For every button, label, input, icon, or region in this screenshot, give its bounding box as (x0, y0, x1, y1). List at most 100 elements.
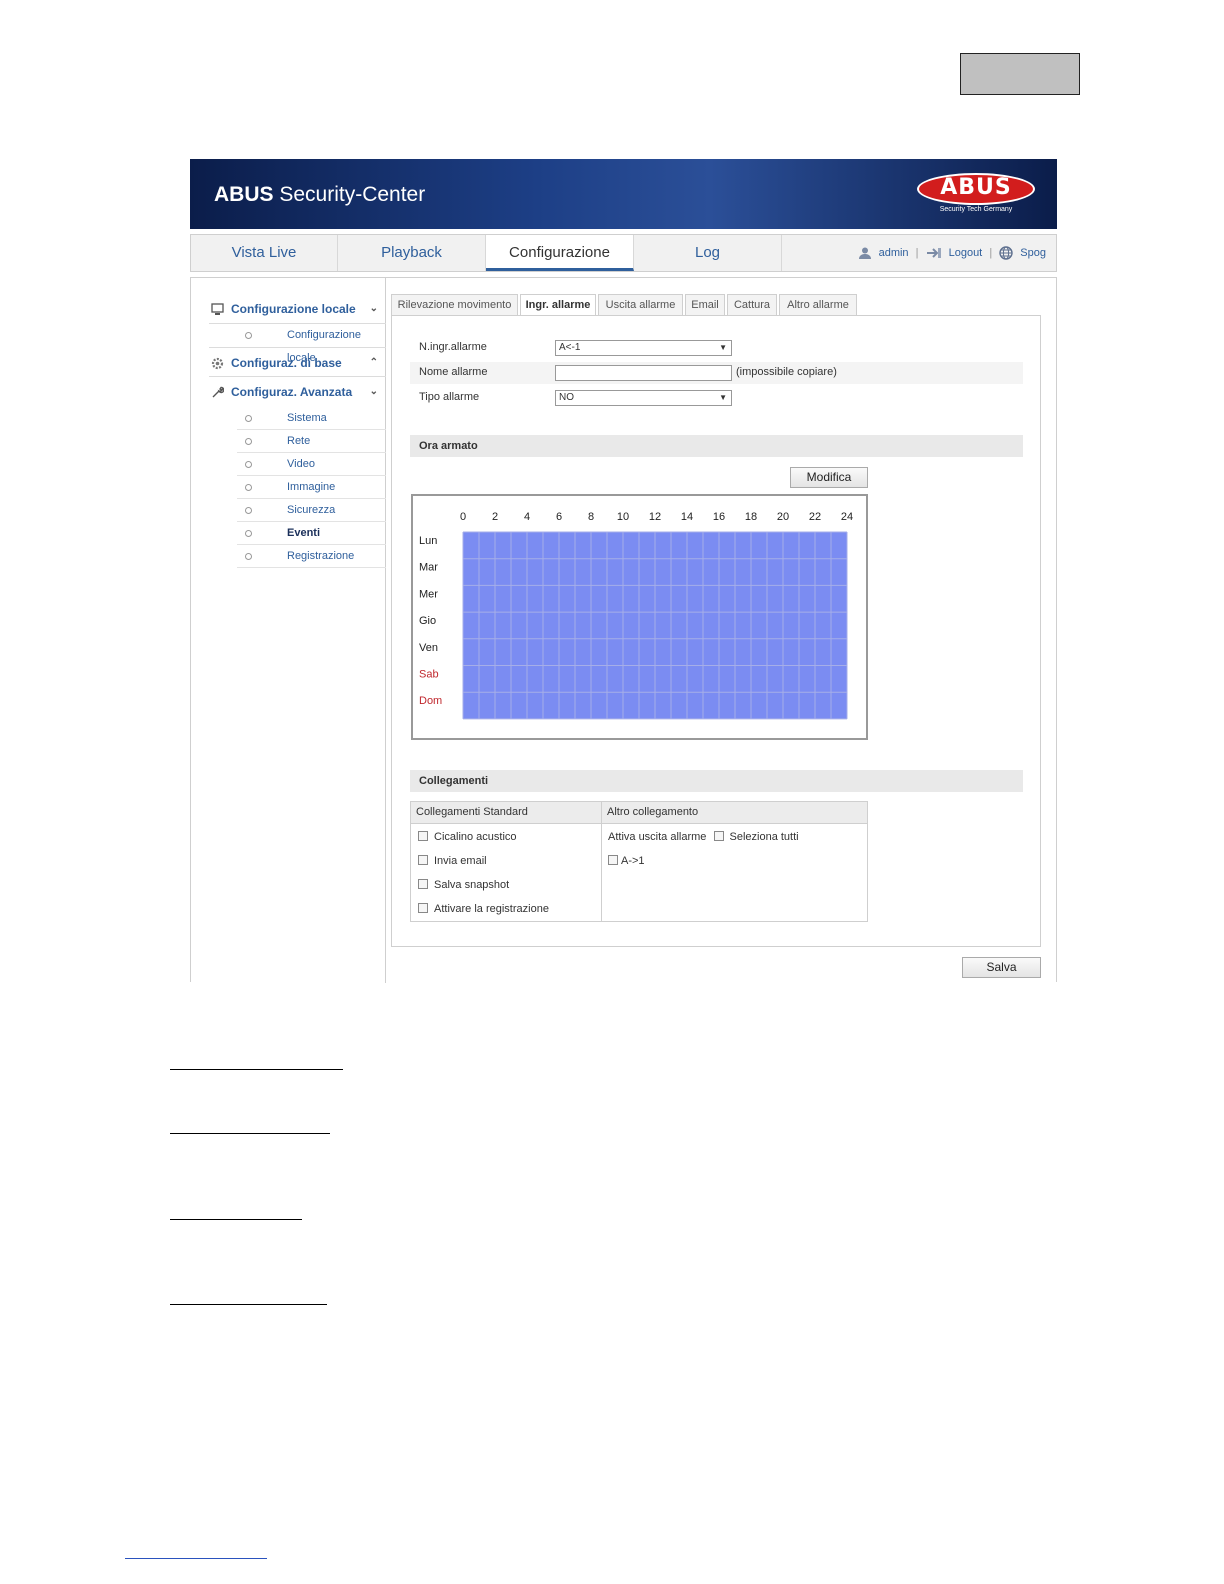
tab-cattura[interactable]: Cattura (727, 294, 777, 316)
sidebar-item-configurazione-locale[interactable]: Configurazione locale (237, 324, 386, 364)
tab-email[interactable]: Email (685, 294, 725, 316)
hour-label: 16 (713, 511, 725, 523)
sidebar-item-sicurezza[interactable]: Sicurezza (237, 499, 386, 522)
monitor-icon (211, 303, 224, 315)
sidebar-item-video[interactable]: Video (237, 453, 386, 476)
day-label: Sab (419, 669, 439, 681)
hour-label: 10 (617, 511, 629, 523)
language-link[interactable]: Spog (1020, 247, 1046, 259)
hour-label: 8 (588, 511, 594, 523)
hour-label: 20 (777, 511, 789, 523)
tab-uscita-allarme[interactable]: Uscita allarme (598, 294, 683, 316)
dropdown-arrow-icon: ▼ (719, 343, 727, 352)
output-a1[interactable]: A->1 (608, 853, 645, 869)
linkage-record[interactable]: Attivare la registrazione (418, 901, 549, 917)
sidebar-group-local[interactable]: Configurazione locale ⌄ (209, 294, 386, 324)
tab-log[interactable]: Log (634, 235, 782, 271)
other-linkage-header: Altro collegamento (602, 802, 867, 824)
logout-icon (926, 248, 941, 259)
tab-playback[interactable]: Playback (338, 235, 486, 271)
checkbox[interactable] (608, 855, 618, 865)
day-label: Lun (419, 535, 437, 547)
alarm-input-no-label: N.ingr.allarme (419, 341, 487, 353)
sidebar-item-sistema[interactable]: Sistema (237, 407, 386, 430)
user-name[interactable]: admin (879, 247, 909, 259)
trigger-output-label: Attiva uscita allarme (608, 831, 707, 843)
hour-label: 24 (841, 511, 853, 523)
trigger-output-row: Attiva uscita allarme Seleziona tutti (608, 829, 799, 845)
day-label: Mar (419, 562, 438, 574)
linkage-snapshot[interactable]: Salva snapshot (418, 877, 509, 893)
sidebar-group-advanced[interactable]: Configuraz. Avanzata ⌄ (209, 377, 386, 407)
alarm-input-no-row: N.ingr.allarme A<-1 ▼ (410, 337, 1023, 359)
linkage-buzzer[interactable]: Cicalino acustico (418, 829, 517, 845)
day-label: Dom (419, 695, 442, 707)
bullet-icon (245, 438, 252, 445)
section-collegamenti: Collegamenti (410, 770, 1023, 792)
bullet-icon (245, 415, 252, 422)
standard-linkage-header: Collegamenti Standard (411, 802, 601, 824)
checkbox[interactable] (418, 879, 428, 889)
bullet-icon (245, 507, 252, 514)
user-icon (858, 247, 871, 260)
document-heading-underline (170, 1133, 330, 1134)
checkbox[interactable] (418, 855, 428, 865)
select-all-checkbox[interactable] (713, 831, 724, 841)
linkage-table: Collegamenti Standard Altro collegamento… (410, 801, 868, 922)
bullet-icon (245, 332, 252, 339)
section-ora-armato: Ora armato (410, 435, 1023, 457)
alarm-name-note: (impossibile copiare) (736, 366, 837, 378)
document-heading-underline (170, 1219, 302, 1220)
alarm-name-input[interactable] (555, 365, 732, 381)
chevron-up-icon: ⌃ (369, 357, 378, 368)
footer-link[interactable] (125, 1558, 267, 1559)
alarm-name-label: Nome allarme (419, 366, 488, 378)
app-window: ABUS Security-Center ABUS Security Tech … (190, 159, 1057, 983)
alarm-type-label: Tipo allarme (419, 391, 480, 403)
gear-icon (211, 357, 224, 370)
document-heading-underline (170, 1304, 327, 1305)
chevron-down-icon: ⌄ (369, 303, 378, 314)
page-header-box (960, 53, 1080, 95)
sidebar-group-base[interactable]: Configuraz. di base ⌃ (209, 347, 386, 377)
sidebar-item-rete[interactable]: Rete (237, 430, 386, 453)
hour-label: 14 (681, 511, 693, 523)
day-label: Ven (419, 642, 438, 654)
hour-label: 12 (649, 511, 661, 523)
sidebar-item-immagine[interactable]: Immagine (237, 476, 386, 499)
bullet-icon (245, 461, 252, 468)
hour-label: 2 (492, 511, 498, 523)
tab-vista-live[interactable]: Vista Live (191, 235, 338, 271)
hour-label: 22 (809, 511, 821, 523)
schedule-grid[interactable]: 0 2 4 6 8 10 12 14 16 18 20 22 24LunMarMerGioVenSabD… (413, 496, 866, 738)
modifica-button[interactable]: Modifica (790, 467, 868, 488)
checkbox[interactable] (418, 903, 428, 913)
sidebar-item-eventi[interactable]: Eventi (237, 522, 386, 545)
day-label: Mer (419, 588, 438, 600)
bullet-icon (245, 530, 252, 537)
tab-altro-allarme[interactable]: Altro allarme (779, 294, 857, 316)
hour-label: 4 (524, 511, 530, 523)
user-nav: admin | Logout | Spog (858, 235, 1046, 271)
linkage-send-email[interactable]: Invia email (418, 853, 487, 869)
select-all-label: Seleziona tutti (729, 831, 799, 843)
config-frame: Configurazione locale ⌄ Configurazione l… (190, 277, 1057, 983)
tab-rilevazione-movimento[interactable]: Rilevazione movimento (391, 294, 518, 316)
save-button[interactable]: Salva (962, 957, 1041, 978)
settings-panel: N.ingr.allarme A<-1 ▼ Nome allarme (impos… (391, 315, 1041, 947)
sidebar-item-registrazione[interactable]: Registrazione (237, 545, 386, 568)
logout-link[interactable]: Logout (949, 247, 983, 259)
abus-logo: ABUS Security Tech Germany (917, 173, 1035, 215)
alarm-type-select[interactable]: NO ▼ (555, 390, 732, 406)
brand-title: ABUS Security-Center (214, 183, 426, 206)
document-heading-underline (170, 1069, 343, 1070)
arming-schedule[interactable]: 0 2 4 6 8 10 12 14 16 18 20 22 24 Lun Mar Mer Gio Ven Sab D… (411, 494, 868, 740)
header-banner: ABUS Security-Center ABUS Security Tech … (190, 159, 1057, 229)
main-nav: Vista Live Playback Configurazione Log a… (190, 234, 1057, 272)
checkbox[interactable] (418, 831, 428, 841)
tab-ingr-allarme[interactable]: Ingr. allarme (520, 294, 596, 316)
alarm-input-no-select[interactable]: A<-1 ▼ (555, 340, 732, 356)
tab-configurazione[interactable]: Configurazione (486, 235, 634, 271)
dropdown-arrow-icon: ▼ (719, 393, 727, 402)
alarm-type-row: Tipo allarme NO ▼ (410, 387, 1023, 409)
